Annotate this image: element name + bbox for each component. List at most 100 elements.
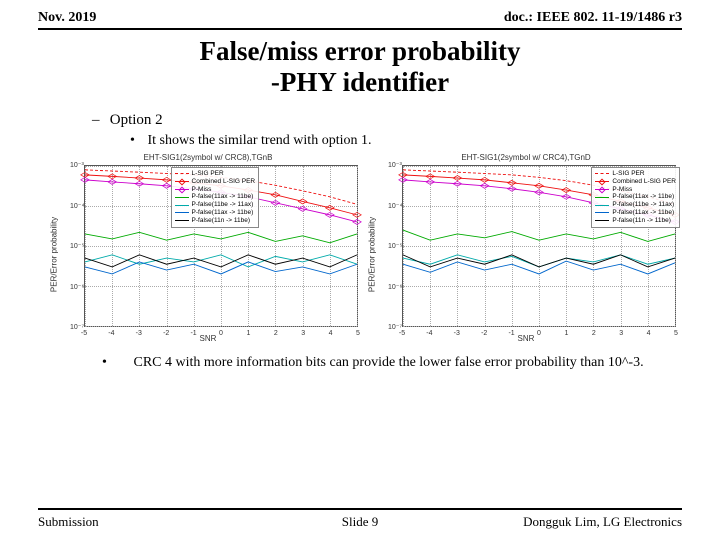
legend-label: P-Miss <box>612 186 632 194</box>
chart-right: EHT-SIG1(2symbol w/ CRC4),TGnD PER/Error … <box>370 155 682 345</box>
chart-xtick: -2 <box>163 330 169 337</box>
sub-bullet-1-text: It shows the similar trend with option 1… <box>148 133 372 148</box>
chart-legend-row: L-SIG PER <box>595 170 676 178</box>
chart-ytick: 10⁻⁶ <box>388 283 400 291</box>
chart-xtick: 0 <box>537 330 541 337</box>
chart-xtick: 2 <box>592 330 596 337</box>
footer-rule <box>38 508 682 510</box>
chart-legend-row: P-false(11be -> 11ax) <box>595 201 676 209</box>
chart-ytick: 10⁻³ <box>70 161 82 169</box>
footer-right: Dongguk Lim, LG Electronics <box>523 514 682 530</box>
chart-xtick: -1 <box>190 330 196 337</box>
chart-xlabel: SNR <box>518 334 535 343</box>
legend-line-icon <box>595 212 609 213</box>
legend-line-icon <box>175 181 189 182</box>
chart-legend: L-SIG PERCombined L-SIG PERP-MissP-false… <box>171 167 260 228</box>
slide-footer: Submission Slide 9 Dongguk Lim, LG Elect… <box>0 508 720 530</box>
option-row: – Option 2 <box>92 112 660 129</box>
chart-xtick: 3 <box>301 330 305 337</box>
legend-label: P-false(11ax -> 11be) <box>612 193 674 201</box>
legend-line-icon <box>595 173 609 174</box>
chart-ytick: 10⁻⁴ <box>70 202 82 210</box>
chart-xtick: -1 <box>508 330 514 337</box>
chart-series-line <box>85 255 357 267</box>
legend-line-icon <box>595 181 609 182</box>
legend-label: P-false(11be -> 11ax) <box>192 201 254 209</box>
legend-label: L-SIG PER <box>612 170 644 178</box>
chart-legend-row: P-false(11ax -> 11be) <box>175 193 256 201</box>
legend-label: P-Miss <box>192 186 212 194</box>
chart-xtick: 4 <box>329 330 333 337</box>
chart-legend-row: P-false(11ax -> 11be) <box>595 209 676 217</box>
slide-header: Nov. 2019 doc.: IEEE 802. 11-19/1486 r3 <box>0 0 720 28</box>
legend-line-icon <box>595 220 609 221</box>
legend-line-icon <box>595 205 609 206</box>
legend-label: P-false(11ax -> 11be) <box>192 193 254 201</box>
chart-xtick: 2 <box>274 330 278 337</box>
chart-xtick: 1 <box>246 330 250 337</box>
chart-legend-row: L-SIG PER <box>175 170 256 178</box>
legend-line-icon <box>175 205 189 206</box>
chart-legend-row: P-Miss <box>595 186 676 194</box>
sub-bullet-2-text: CRC 4 with more information bits can pro… <box>134 355 644 370</box>
dot-bullet: • <box>116 355 130 371</box>
chart-ytick: 10⁻⁶ <box>70 283 82 291</box>
chart-xtick: -3 <box>454 330 460 337</box>
title-line-2: -PHY identifier <box>0 67 720 98</box>
legend-label: Combined L-SIG PER <box>612 178 676 186</box>
chart-ytick: 10⁻⁴ <box>388 202 400 210</box>
chart-series-line <box>403 255 675 267</box>
chart-xtick: -4 <box>108 330 114 337</box>
chart-xtick: -5 <box>399 330 405 337</box>
chart-xtick: -3 <box>136 330 142 337</box>
header-doc: doc.: IEEE 802. 11-19/1486 r3 <box>504 10 682 26</box>
chart-series-line <box>403 261 675 274</box>
chart-title: EHT-SIG1(2symbol w/ CRC4),TGnD <box>461 153 590 162</box>
chart-legend-row: P-false(11n -> 11be) <box>595 217 676 225</box>
legend-line-icon <box>175 220 189 221</box>
chart-xtick: -4 <box>426 330 432 337</box>
dash-bullet: – <box>92 112 106 129</box>
chart-xlabel: SNR <box>200 334 217 343</box>
chart-xtick: 5 <box>356 330 360 337</box>
legend-label: P-false(11n -> 11be) <box>192 217 250 225</box>
sub-bullet-2: • CRC 4 with more information bits can p… <box>130 355 660 371</box>
chart-xtick: 0 <box>219 330 223 337</box>
sub-bullet-1: • It shows the similar trend with option… <box>130 133 660 149</box>
chart-legend-row: P-false(11ax -> 11be) <box>595 193 676 201</box>
chart-ytick: 10⁻⁵ <box>388 242 400 250</box>
chart-xtick: 1 <box>564 330 568 337</box>
legend-line-icon <box>175 197 189 198</box>
chart-legend-row: P-Miss <box>175 186 256 194</box>
chart-series-line <box>403 230 675 241</box>
chart-series-line <box>85 262 357 274</box>
chart-ylabel: PER/Error probability <box>50 217 59 292</box>
legend-label: L-SIG PER <box>192 170 224 178</box>
chart-ylabel: PER/Error probability <box>368 217 377 292</box>
header-rule <box>38 28 682 30</box>
chart-ytick: 10⁻³ <box>388 161 400 169</box>
chart-ytick: 10⁻⁵ <box>70 242 82 250</box>
legend-label: P-false(11ax -> 11be) <box>192 209 254 217</box>
slide-content: – Option 2 • It shows the similar trend … <box>0 98 720 149</box>
chart-legend-row: Combined L-SIG PER <box>175 178 256 186</box>
chart-legend-row: P-false(11be -> 11ax) <box>175 201 256 209</box>
charts-row: EHT-SIG1(2symbol w/ CRC8),TGnB PER/Error … <box>52 155 682 345</box>
chart-title: EHT-SIG1(2symbol w/ CRC8),TGnB <box>144 153 273 162</box>
chart-series-line <box>85 232 357 243</box>
legend-label: P-false(11be -> 11ax) <box>612 201 674 209</box>
chart-xtick: 4 <box>647 330 651 337</box>
dot-bullet: • <box>130 133 144 149</box>
chart-legend-row: P-false(11n -> 11be) <box>175 217 256 225</box>
header-date: Nov. 2019 <box>38 10 96 26</box>
legend-line-icon <box>595 197 609 198</box>
chart-left: EHT-SIG1(2symbol w/ CRC8),TGnB PER/Error … <box>52 155 364 345</box>
option-label: Option 2 <box>110 112 163 128</box>
legend-label: Combined L-SIG PER <box>192 178 256 186</box>
chart-legend-row: P-false(11ax -> 11be) <box>175 209 256 217</box>
chart-legend-row: Combined L-SIG PER <box>595 178 676 186</box>
chart-xtick: 3 <box>619 330 623 337</box>
legend-label: P-false(11ax -> 11be) <box>612 209 674 217</box>
chart-legend: L-SIG PERCombined L-SIG PERP-MissP-false… <box>591 167 680 228</box>
chart-xtick: 5 <box>674 330 678 337</box>
